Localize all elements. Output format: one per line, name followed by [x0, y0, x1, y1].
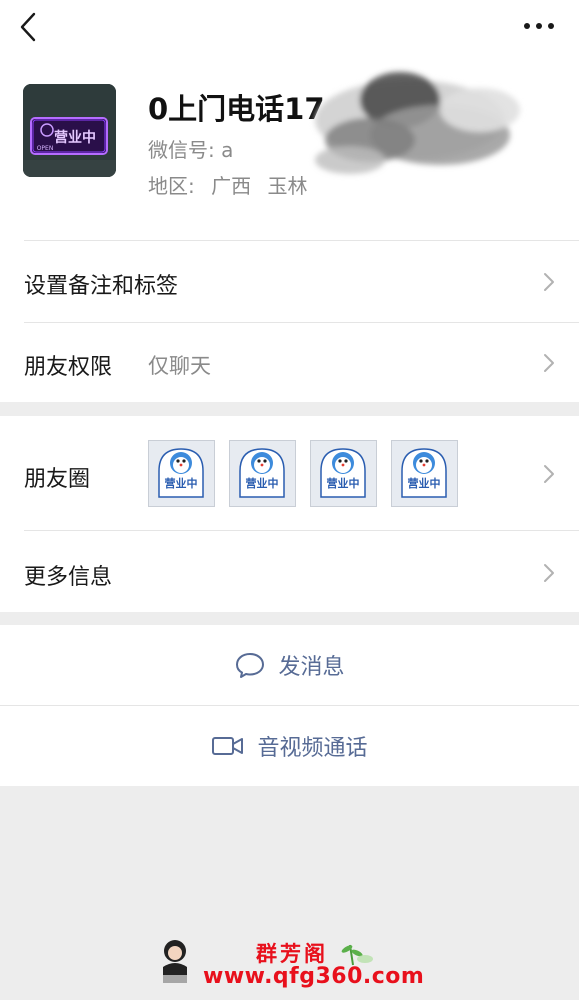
divider: [24, 530, 579, 531]
friend-permissions-label: 朋友权限: [24, 355, 113, 380]
svg-text:营业中: 营业中: [327, 476, 360, 490]
chevron-right-icon: [544, 564, 554, 582]
chevron-left-icon: [20, 12, 36, 42]
set-remark-label: 设置备注和标签: [24, 274, 179, 299]
avatar[interactable]: 营业中 OPEN: [23, 84, 116, 177]
send-message-button[interactable]: 发消息: [0, 625, 579, 705]
moments-label: 朋友圈: [24, 467, 91, 492]
moments-thumbnail: 营业中: [391, 440, 458, 507]
video-camera-icon: [212, 737, 244, 755]
more-info-row[interactable]: 更多信息: [0, 530, 579, 612]
chevron-right-icon: [544, 354, 554, 372]
divider: [24, 322, 579, 323]
redaction-smudge: [315, 72, 520, 174]
svg-text:营业中: 营业中: [408, 476, 441, 490]
video-call-label: 音视频通话: [257, 736, 368, 761]
friend-permissions-value: 仅聊天: [148, 354, 211, 378]
svg-text:营业中: 营业中: [165, 476, 198, 490]
back-button[interactable]: [14, 10, 44, 44]
profile-header: 营业中 OPEN 0上门电话17 微信号: a 地区: 广西 玉林: [0, 60, 579, 240]
friend-permissions-row[interactable]: 朋友权限 仅聊天: [0, 322, 579, 402]
moments-thumbnails: 营业中 营业中 营业中 营业中: [148, 440, 458, 508]
region: 地区: 广西 玉林: [148, 170, 307, 199]
chevron-right-icon: [544, 465, 554, 483]
region-label: 地区:: [148, 174, 195, 198]
wechat-id: 微信号: a: [148, 134, 233, 163]
top-bar: [0, 0, 579, 60]
set-remark-and-tags-row[interactable]: 设置备注和标签: [0, 240, 579, 322]
wechat-id-label: 微信号:: [148, 138, 215, 162]
svg-text:营业中: 营业中: [54, 129, 96, 146]
moments-thumbnail: 营业中: [148, 440, 215, 507]
chat-bubble-icon: [236, 653, 265, 678]
watermark-url: www.qfg360.com: [203, 964, 425, 989]
chevron-right-icon: [544, 273, 554, 291]
moments-row[interactable]: 朋友圈 营业中 营业中 营业中 营业中: [0, 416, 579, 530]
more-info-label: 更多信息: [24, 565, 113, 590]
divider: [24, 240, 579, 241]
svg-text:营业中: 营业中: [246, 476, 279, 490]
avatar-image: 营业中 OPEN: [23, 84, 116, 177]
svg-text:OPEN: OPEN: [37, 145, 54, 152]
video-call-button[interactable]: 音视频通话: [0, 706, 579, 786]
moments-thumbnail: 营业中: [229, 440, 296, 507]
moments-thumbnail: 营业中: [310, 440, 377, 507]
send-message-label: 发消息: [278, 655, 345, 680]
more-options-button[interactable]: [523, 18, 555, 34]
region-province: 广西: [211, 174, 252, 198]
wechat-id-value: a: [221, 138, 234, 162]
ellipsis-icon: [524, 23, 554, 29]
